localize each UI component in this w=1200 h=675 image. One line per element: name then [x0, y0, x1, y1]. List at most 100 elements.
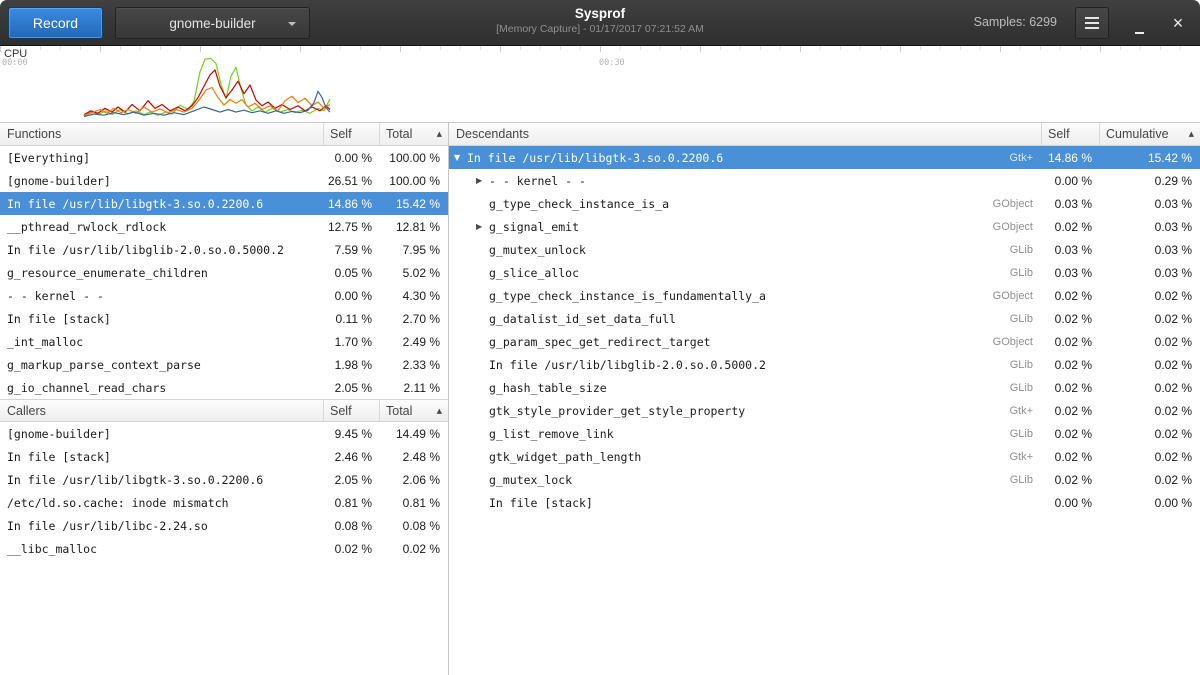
table-row[interactable]: g_hash_table_size GLib 0.02 % 0.02 % — [449, 376, 1200, 399]
table-row[interactable]: g_type_check_instance_is_a GObject 0.03 … — [449, 192, 1200, 215]
descendants-column-header[interactable]: Descendants — [449, 123, 1042, 145]
self-percent: 26.51 % — [324, 174, 380, 188]
callers-total-column-header[interactable]: Total ▲ — [380, 400, 448, 421]
function-name: g_signal_emit — [489, 220, 579, 234]
total-percent: 2.49 % — [380, 335, 448, 349]
functions-list: [Everything] 0.00 % 100.00 % [gnome-buil… — [0, 146, 448, 399]
descendant-name-cell: gtk_style_provider_get_style_property Gt… — [449, 404, 1042, 418]
table-row[interactable]: ▼ In file /usr/lib/libgtk-3.so.0.2200.6 … — [449, 146, 1200, 169]
total-percent: 0.08 % — [380, 519, 448, 533]
function-name: g_markup_parse_context_parse — [0, 358, 324, 372]
table-row[interactable]: In file /usr/lib/libglib-2.0.so.0.5000.2… — [0, 238, 448, 261]
chevron-down-icon — [288, 22, 296, 26]
minimize-icon — [1135, 32, 1144, 34]
table-row[interactable]: ▶ - - kernel - - 0.00 % 0.29 % — [449, 169, 1200, 192]
expander-icon[interactable]: ▼ — [454, 153, 467, 162]
table-row[interactable]: ▶ g_signal_emit GObject 0.02 % 0.03 % — [449, 215, 1200, 238]
table-row[interactable]: g_param_spec_get_redirect_target GObject… — [449, 330, 1200, 353]
expander-icon[interactable]: ▶ — [476, 176, 489, 185]
table-row[interactable]: In file /usr/lib/libgtk-3.so.0.2200.6 14… — [0, 192, 448, 215]
table-row[interactable]: - - kernel - - 0.00 % 4.30 % — [0, 284, 448, 307]
function-name: [gnome-builder] — [0, 174, 324, 188]
table-row[interactable]: g_resource_enumerate_children 0.05 % 5.0… — [0, 261, 448, 284]
descendants-cumulative-column-header[interactable]: Cumulative ▲ — [1100, 123, 1200, 145]
library-category: GObject — [993, 290, 1042, 302]
callgraph-left-pane: Functions Self Total ▲ [Everything] 0.00… — [0, 123, 449, 675]
descendant-name-cell: In file /usr/lib/libglib-2.0.so.0.5000.2… — [449, 358, 1042, 372]
close-button[interactable]: × — [1161, 7, 1195, 39]
function-name: In file /usr/lib/libglib-2.0.so.0.5000.2 — [489, 358, 766, 372]
callers-table-header: Callers Self Total ▲ — [0, 399, 448, 422]
library-category: GObject — [993, 198, 1042, 210]
functions-self-column-header[interactable]: Self — [324, 123, 380, 145]
samples-count: Samples: 6299 — [974, 15, 1057, 29]
self-percent: 0.02 % — [1042, 404, 1100, 418]
self-percent: 1.70 % — [324, 335, 380, 349]
cumulative-column-label: Cumulative — [1106, 127, 1169, 141]
self-percent: 0.02 % — [1042, 335, 1100, 349]
function-name: g_param_spec_get_redirect_target — [489, 335, 711, 349]
functions-column-header[interactable]: Functions — [0, 123, 324, 145]
table-row[interactable]: /etc/ld.so.cache: inode mismatch 0.81 % … — [0, 491, 448, 514]
function-name: g_list_remove_link — [489, 427, 614, 441]
table-row[interactable]: g_mutex_unlock GLib 0.03 % 0.03 % — [449, 238, 1200, 261]
table-row[interactable]: [gnome-builder] 26.51 % 100.00 % — [0, 169, 448, 192]
table-row[interactable]: g_type_check_instance_is_fundamentally_a… — [449, 284, 1200, 307]
self-percent: 0.03 % — [1042, 197, 1100, 211]
function-name: g_type_check_instance_is_fundamentally_a — [489, 289, 766, 303]
table-row[interactable]: __libc_malloc 0.02 % 0.02 % — [0, 537, 448, 560]
total-column-label: Total — [386, 404, 412, 418]
callers-self-column-header[interactable]: Self — [324, 400, 380, 421]
table-row[interactable]: g_mutex_lock GLib 0.02 % 0.02 % — [449, 468, 1200, 491]
self-percent: 0.02 % — [1042, 289, 1100, 303]
expander-icon[interactable]: ▶ — [476, 222, 489, 231]
table-row[interactable]: gtk_widget_path_length Gtk+ 0.02 % 0.02 … — [449, 445, 1200, 468]
self-percent: 1.98 % — [324, 358, 380, 372]
cumulative-percent: 0.29 % — [1100, 174, 1200, 188]
time-tick-start: 00:00 — [2, 58, 28, 68]
descendants-self-column-header[interactable]: Self — [1042, 123, 1100, 145]
total-percent: 2.33 % — [380, 358, 448, 372]
functions-column-label: Functions — [7, 127, 61, 141]
library-category: GLib — [1010, 382, 1042, 394]
table-row[interactable]: g_datalist_id_set_data_full GLib 0.02 % … — [449, 307, 1200, 330]
process-selector[interactable]: gnome-builder — [115, 7, 310, 39]
table-row[interactable]: In file /usr/lib/libc-2.24.so 0.08 % 0.0… — [0, 514, 448, 537]
functions-total-column-header[interactable]: Total ▲ — [380, 123, 448, 145]
descendants-table-header: Descendants Self Cumulative ▲ — [449, 123, 1200, 146]
library-category: GLib — [1010, 267, 1042, 279]
table-row[interactable]: In file [stack] 0.11 % 2.70 % — [0, 307, 448, 330]
table-row[interactable]: g_markup_parse_context_parse 1.98 % 2.33… — [0, 353, 448, 376]
menu-button[interactable] — [1075, 7, 1109, 39]
minimize-button[interactable] — [1122, 7, 1156, 39]
function-name: g_datalist_id_set_data_full — [489, 312, 676, 326]
library-category: GLib — [1010, 244, 1042, 256]
table-row[interactable]: In file [stack] 0.00 % 0.00 % — [449, 491, 1200, 514]
table-row[interactable]: In file [stack] 2.46 % 2.48 % — [0, 445, 448, 468]
table-row[interactable]: [Everything] 0.00 % 100.00 % — [0, 146, 448, 169]
table-row[interactable]: g_list_remove_link GLib 0.02 % 0.02 % — [449, 422, 1200, 445]
table-row[interactable]: gtk_style_provider_get_style_property Gt… — [449, 399, 1200, 422]
table-row[interactable]: _int_malloc 1.70 % 2.49 % — [0, 330, 448, 353]
table-row[interactable]: __pthread_rwlock_rdlock 12.75 % 12.81 % — [0, 215, 448, 238]
table-row[interactable]: g_slice_alloc GLib 0.03 % 0.03 % — [449, 261, 1200, 284]
function-name: g_resource_enumerate_children — [0, 266, 324, 280]
headerbar: Record gnome-builder Sysprof [Memory Cap… — [0, 0, 1200, 46]
self-percent: 0.00 % — [1042, 496, 1100, 510]
cumulative-percent: 0.02 % — [1100, 473, 1200, 487]
descendant-name-cell: g_mutex_lock GLib — [449, 473, 1042, 487]
cpu-timeline[interactable]: CPU 00:00 00:30 — [0, 46, 1200, 123]
record-button[interactable]: Record — [8, 7, 103, 39]
hamburger-icon — [1085, 17, 1099, 29]
table-row[interactable]: [gnome-builder] 9.45 % 14.49 % — [0, 422, 448, 445]
table-row[interactable]: In file /usr/lib/libglib-2.0.so.0.5000.2… — [449, 353, 1200, 376]
function-name: g_type_check_instance_is_a — [489, 197, 669, 211]
table-row[interactable]: g_io_channel_read_chars 2.05 % 2.11 % — [0, 376, 448, 399]
callgraph-area: Functions Self Total ▲ [Everything] 0.00… — [0, 123, 1200, 675]
function-name: In file /usr/lib/libc-2.24.so — [0, 519, 324, 533]
function-name: g_io_channel_read_chars — [0, 381, 324, 395]
function-name: g_hash_table_size — [489, 381, 607, 395]
callers-column-header[interactable]: Callers — [0, 400, 324, 421]
library-category: GLib — [1010, 313, 1042, 325]
table-row[interactable]: In file /usr/lib/libgtk-3.so.0.2200.6 2.… — [0, 468, 448, 491]
